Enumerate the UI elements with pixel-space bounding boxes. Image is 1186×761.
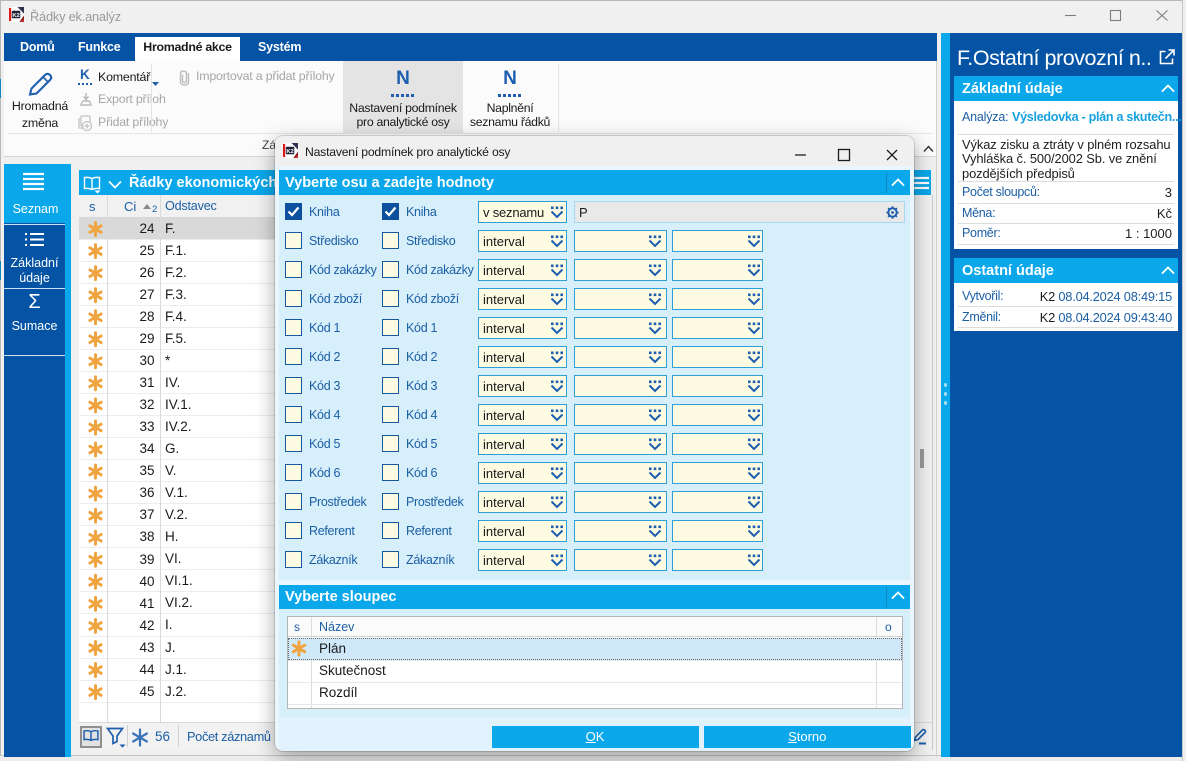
svg-text:K2: K2	[12, 13, 19, 19]
svg-text:K2: K2	[286, 149, 293, 155]
